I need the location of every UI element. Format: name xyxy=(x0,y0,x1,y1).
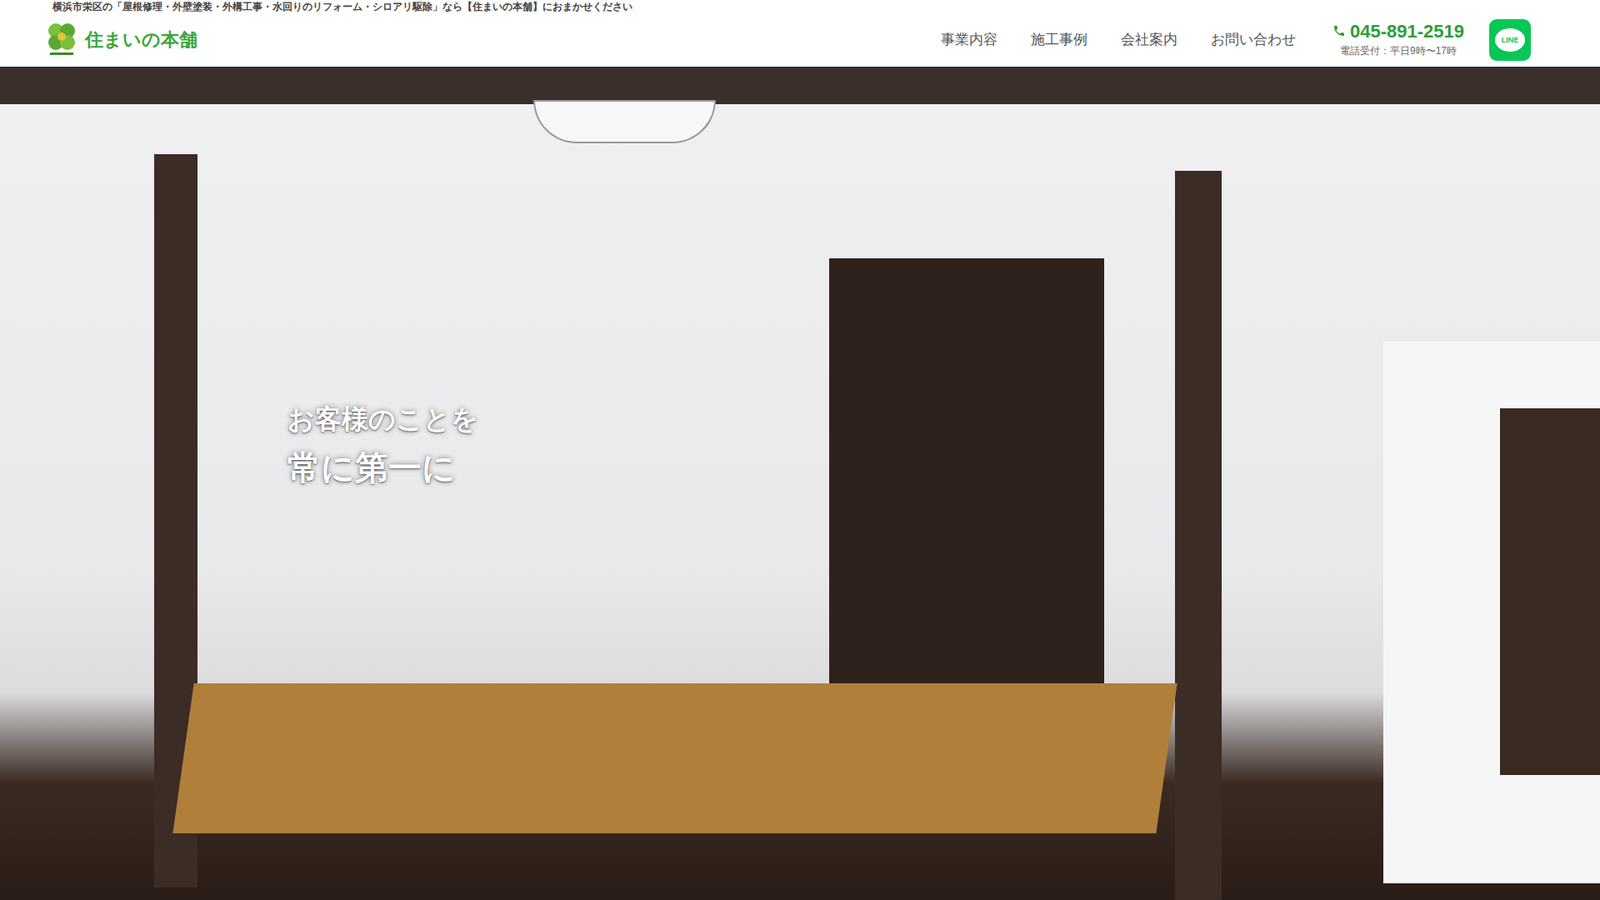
ceiling-beam xyxy=(0,66,1600,105)
phone-block: 045-891-2519電話受付：平日9時〜17時 xyxy=(1332,20,1465,59)
clover-logo-icon xyxy=(45,20,79,60)
line-label: LINE xyxy=(1501,35,1520,45)
nav-link[interactable]: お問い合わせ xyxy=(1210,26,1296,53)
phone-hours: 電話受付：平日9時〜17時 xyxy=(1340,44,1457,59)
logo[interactable]: 住まいの本舗 xyxy=(45,20,198,60)
headline-line: お客様のことを xyxy=(287,401,1600,439)
logo-text: 住まいの本舗 xyxy=(85,27,198,53)
pillar-right xyxy=(1175,170,1222,900)
main-nav: 事業内容 施工事例 会社案内 お問い合わせ xyxy=(940,26,1296,53)
nav-link[interactable]: 事業内容 xyxy=(940,26,998,53)
nav-link[interactable]: 会社案内 xyxy=(1120,26,1178,53)
tagline: 横浜市栄区の「屋根修理・外壁塗装・外構工事・水回りのリフォーム・シロアリ駆除」な… xyxy=(0,0,1600,13)
phone-text: 045-891-2519 xyxy=(1350,20,1465,43)
headline-line: 常に第一に xyxy=(287,445,1600,491)
hero-headline: お客様のことを常に第一に xyxy=(0,66,1600,491)
line-button[interactable]: LINE xyxy=(1489,19,1531,61)
phone-number[interactable]: 045-891-2519 xyxy=(1332,20,1465,43)
tatami-floor xyxy=(172,683,1177,834)
hero-photo: お客様のことを常に第一に xyxy=(0,66,1600,900)
ceiling-light xyxy=(533,100,716,144)
phone-icon xyxy=(1332,20,1346,43)
doorway xyxy=(1500,408,1600,775)
site-header: 横浜市栄区の「屋根修理・外壁塗装・外構工事・水回りのリフォーム・シロアリ駆除」な… xyxy=(0,0,1600,67)
line-chat-icon: LINE xyxy=(1495,28,1525,52)
nav-link[interactable]: 施工事例 xyxy=(1030,26,1088,53)
header-bar: 住まいの本舗 事業内容 施工事例 会社案内 お問い合わせ 045-891-2519電話受付… xyxy=(0,12,1600,67)
